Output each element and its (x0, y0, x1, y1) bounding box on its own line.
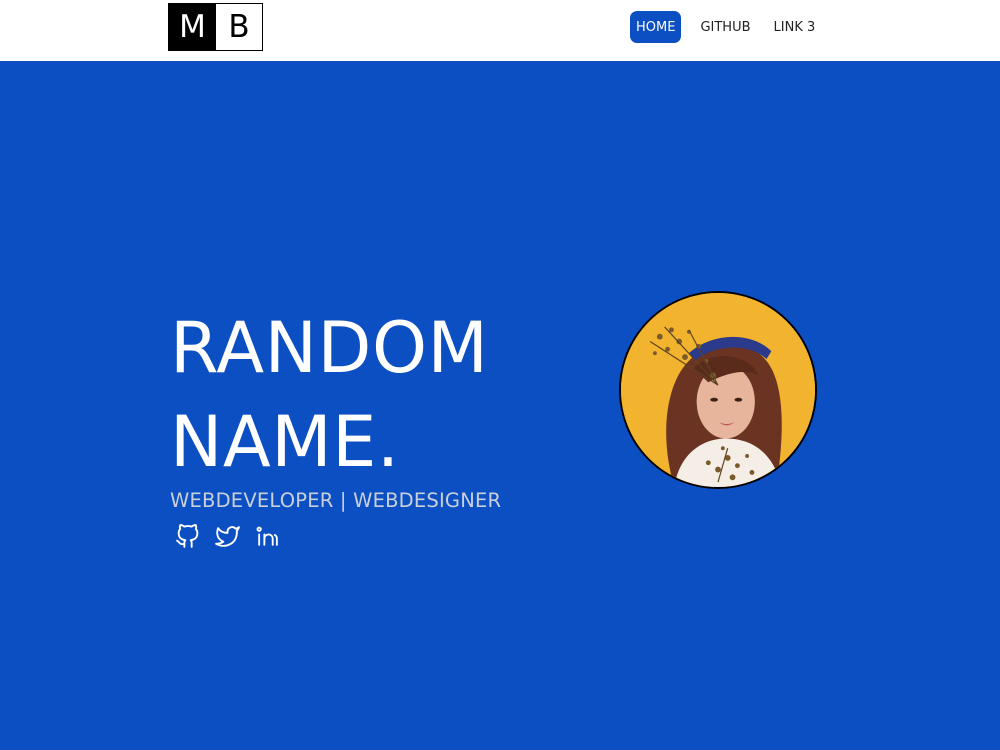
github-link[interactable] (175, 524, 200, 549)
github-icon (176, 524, 199, 548)
linkedin-link[interactable] (255, 524, 280, 549)
social-links (175, 524, 280, 549)
hero-title-line-2: NAME. (170, 401, 400, 483)
hero-title: RANDOM NAME. (170, 301, 590, 489)
hero-section: RANDOM NAME. WEBDEVELOPER | WEBDESIGNER (0, 61, 1000, 750)
logo-letter-b: B (216, 4, 262, 50)
navbar: M B HOME GITHUB LINK 3 (0, 0, 1000, 61)
profile-photo (621, 293, 815, 487)
nav-links: HOME GITHUB LINK 3 (630, 11, 832, 43)
twitter-icon (215, 526, 240, 547)
logo[interactable]: M B (168, 3, 263, 51)
photo-eye-right (734, 397, 743, 402)
logo-letter-m: M (169, 4, 216, 50)
hero-title-line-1: RANDOM (170, 307, 489, 389)
nav-link-home[interactable]: HOME (630, 11, 682, 43)
profile-avatar (619, 291, 817, 489)
nav-link-github[interactable]: GITHUB (694, 11, 756, 43)
photo-eye-left (710, 397, 718, 402)
nav-link-link-3[interactable]: LINK 3 (768, 11, 822, 43)
linkedin-icon (256, 526, 278, 546)
hero-subtitle: WEBDEVELOPER | WEBDESIGNER (170, 489, 502, 512)
twitter-link[interactable] (215, 524, 240, 549)
